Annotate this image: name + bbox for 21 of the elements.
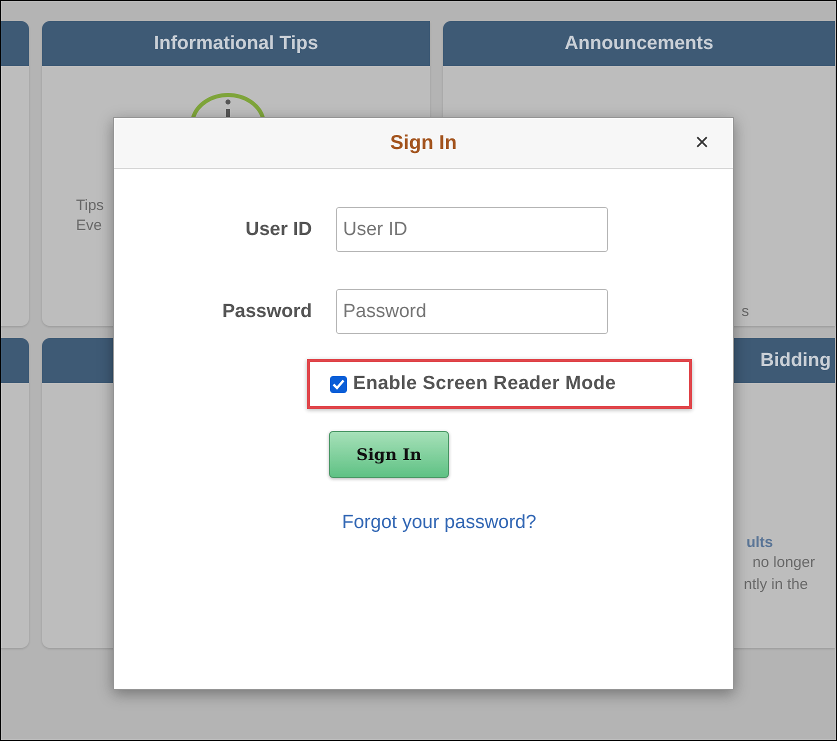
tile-text: s bbox=[742, 302, 749, 322]
tile-text: Eve bbox=[76, 216, 102, 236]
tile-heading: ults bbox=[746, 533, 773, 553]
field-label: User ID bbox=[244, 218, 313, 240]
tile-title: Informational Tips bbox=[154, 32, 318, 54]
close-button[interactable]: × bbox=[690, 130, 713, 156]
tile-text: no longer bbox=[752, 553, 815, 573]
tile-header bbox=[1, 338, 29, 383]
tile-title: Announcements bbox=[564, 32, 714, 54]
tile-header bbox=[1, 21, 29, 66]
user-id-field[interactable]: User ID bbox=[336, 207, 608, 252]
tile-title: Bidding bbox=[760, 350, 831, 372]
password-field[interactable]: Password bbox=[336, 289, 608, 334]
forgot-password-link[interactable]: Forgot your password? bbox=[342, 512, 536, 534]
checkbox-label: Enable Screen Reader Mode bbox=[353, 373, 616, 395]
checkbox[interactable] bbox=[330, 376, 347, 392]
tile-text: Tips bbox=[76, 196, 104, 216]
sign-in-button[interactable]: Sign In bbox=[329, 431, 449, 478]
tile-text: ntly in the bbox=[744, 575, 808, 595]
field-label: Password bbox=[221, 300, 313, 322]
dialog-title: Sign In bbox=[390, 132, 457, 154]
